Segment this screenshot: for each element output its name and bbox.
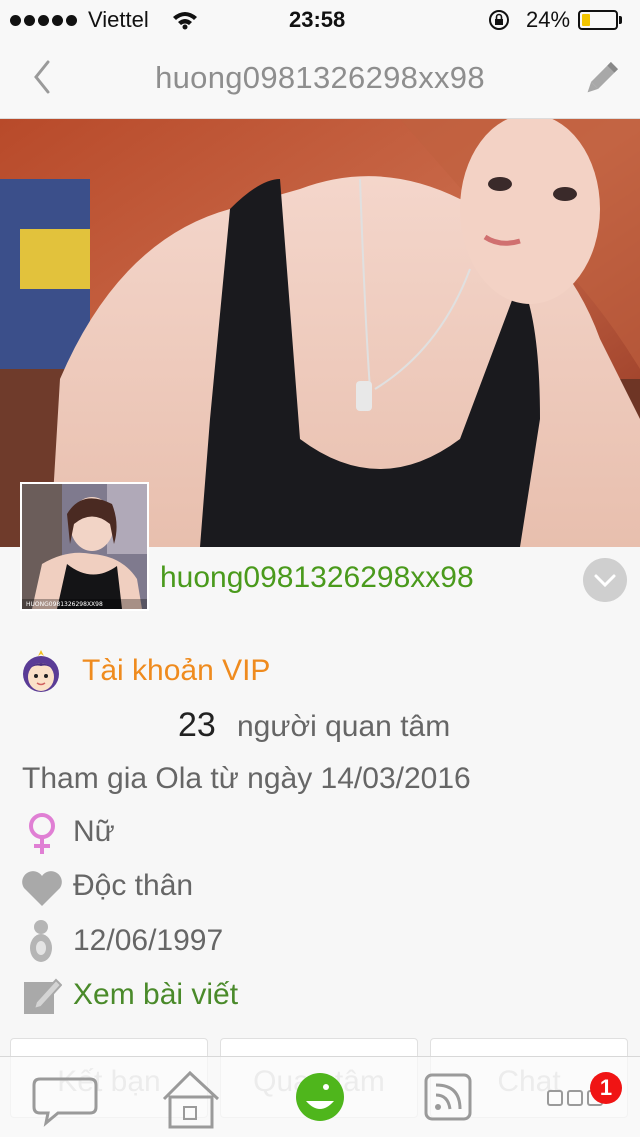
feed-tab-icon[interactable] — [384, 1057, 512, 1137]
wifi-icon — [173, 12, 197, 30]
avatar[interactable]: HUONG0981326298XX98 — [20, 482, 149, 611]
vip-account-label: Tài khoản VIP — [82, 654, 271, 687]
baby-icon — [30, 920, 52, 962]
smile-tab-icon[interactable] — [256, 1057, 384, 1137]
tab-bar — [0, 1056, 640, 1137]
battery-icon — [578, 10, 618, 30]
chevron-down-icon[interactable] — [583, 558, 627, 602]
navigation-bar: huong0981326298xx98 — [0, 40, 640, 119]
followers-label: người quan tâm — [237, 710, 451, 743]
relationship-status: Độc thân — [73, 869, 194, 902]
join-date: Tham gia Ola từ ngày 14/03/2016 — [22, 762, 471, 795]
gender-value: Nữ — [73, 815, 115, 848]
home-tab-icon[interactable] — [128, 1057, 256, 1137]
heart-icon — [22, 871, 62, 906]
notification-badge: 1 — [590, 1072, 622, 1104]
female-icon — [29, 813, 55, 854]
clock: 23:58 — [289, 7, 346, 32]
birthday-value: 12/06/1997 — [73, 924, 224, 957]
compose-icon — [24, 978, 62, 1014]
page-title: huong0981326298xx98 — [155, 60, 485, 95]
rotation-lock-icon — [489, 10, 509, 30]
signal-strength-icon — [10, 15, 77, 26]
avatar-watermark: HUONG0981326298XX98 — [26, 601, 103, 608]
edit-icon[interactable] — [578, 56, 624, 102]
carrier-label: Viettel — [88, 7, 149, 32]
view-posts-link[interactable]: Xem bài viết — [73, 978, 238, 1012]
followers-count: 23 — [178, 706, 216, 744]
messages-tab-icon[interactable] — [0, 1057, 128, 1137]
status-bar: Viettel 23:58 24% — [0, 0, 640, 40]
profile-name: huong0981326298xx98 — [160, 561, 474, 594]
more-tab-icon[interactable] — [512, 1057, 640, 1137]
battery-percent: 24% — [526, 7, 571, 32]
vip-avatar-icon — [23, 650, 59, 692]
battery-tip — [619, 16, 622, 24]
